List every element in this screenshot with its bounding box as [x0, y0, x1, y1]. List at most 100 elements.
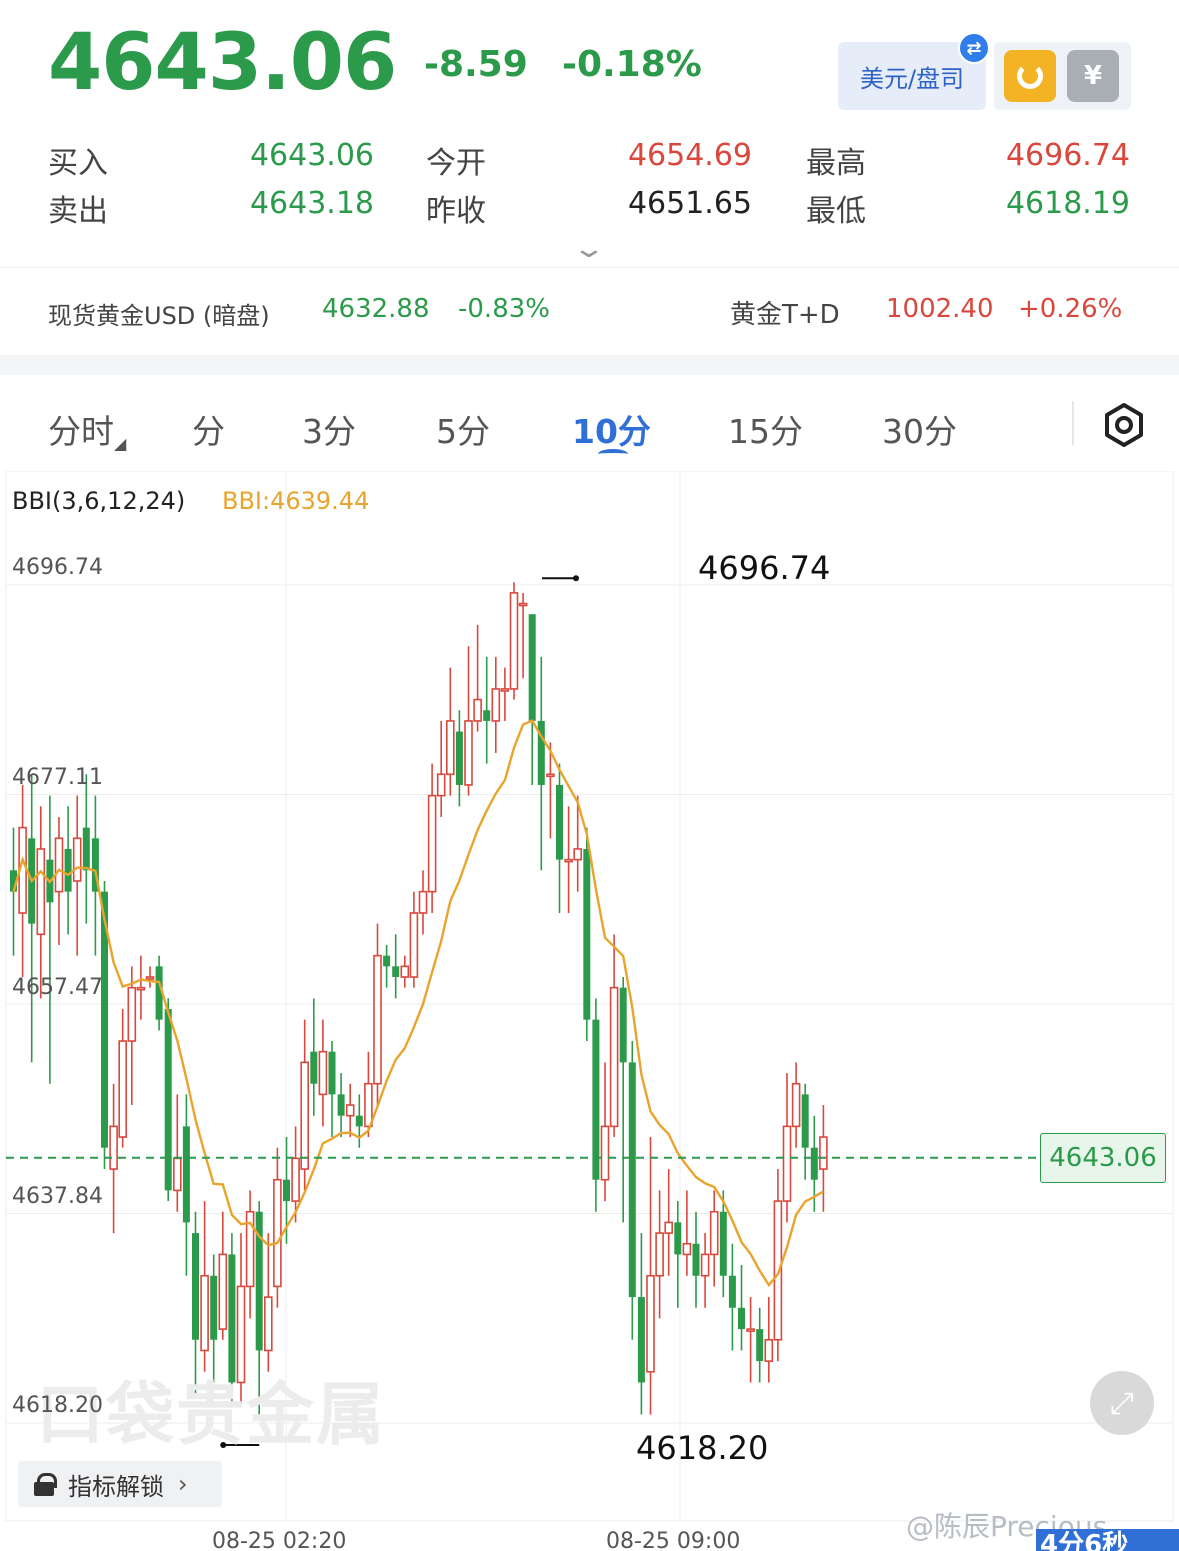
tab-3min[interactable]: 3分 — [302, 405, 356, 453]
settings-icon[interactable] — [1100, 401, 1148, 449]
y-tick-label: 4618.20 — [12, 1393, 103, 1418]
candle-body-up — [400, 965, 410, 978]
tab-intraday[interactable]: 分时◢ — [48, 405, 126, 453]
chevron-right-icon: › — [178, 1470, 188, 1498]
tab-5min[interactable]: 5分 — [436, 405, 490, 453]
gold-td-price: 1002.40 — [886, 294, 994, 324]
indicator-unlock-button[interactable]: 指标解锁 › — [18, 1461, 222, 1507]
bid-value: 4643.06 — [249, 138, 374, 173]
candle-body-up — [500, 688, 510, 692]
price-change-percent: -0.18% — [562, 44, 702, 85]
active-tab-indicator — [598, 449, 628, 459]
ask-label: 卖出 — [48, 194, 108, 229]
candle-body-down — [692, 1243, 700, 1276]
chevron-down-icon[interactable]: ⌄ — [571, 234, 606, 264]
spot-gold-price: 4632.88 — [322, 294, 430, 324]
prev-close-value: 4651.65 — [627, 186, 752, 221]
tab-30min[interactable]: 30分 — [882, 405, 957, 453]
refresh-icon[interactable] — [1004, 50, 1056, 102]
related-ticker-bar: 现货黄金USD (暗盘) 4632.88 -0.83% 黄金T+D 1002.4… — [0, 267, 1179, 355]
candle-body-up — [445, 720, 455, 776]
y-tick-label: 4696.74 — [12, 555, 103, 580]
candle-body-up — [491, 688, 501, 722]
lock-icon — [34, 1473, 57, 1496]
indicator-name[interactable]: BBI(3,6,12,24) — [12, 487, 185, 515]
candle-body-up — [436, 773, 446, 797]
candle-body-down — [674, 1222, 682, 1255]
swap-icon[interactable]: ⇄ — [958, 32, 990, 64]
candle-body-down — [738, 1307, 745, 1330]
candle-countdown: 4分6秒 — [1036, 1529, 1179, 1551]
ask-value: 4643.18 — [249, 186, 374, 221]
candle-body-down — [82, 827, 90, 871]
candle-body-up — [109, 1125, 118, 1170]
expand-icon[interactable]: ⤢ — [1090, 1371, 1154, 1435]
indicator-unlock-label: 指标解锁 — [68, 1472, 164, 1501]
x-tick-label: 08-25 02:20 — [212, 1529, 347, 1551]
candle-body-up — [564, 858, 573, 863]
candle-body-up — [318, 1050, 328, 1096]
candle-body-up — [54, 837, 64, 893]
current-price: 4643.06 — [48, 18, 397, 108]
candle-body-down — [628, 1062, 636, 1298]
spot-gold-percent: -0.83% — [458, 294, 550, 324]
candle-body-up — [764, 1338, 774, 1362]
candle-body-up — [682, 1242, 692, 1256]
spot-gold-name[interactable]: 现货黄金USD (暗盘) — [48, 296, 270, 331]
dropdown-triangle-icon: ◢ — [114, 434, 127, 453]
indicator-value: BBI:4639.44 — [222, 487, 370, 515]
candle-body-down — [164, 1009, 172, 1191]
candle-body-up — [782, 1125, 792, 1202]
period-tabs: 分时◢ 分 3分 5分 10分 15分 30分 — [0, 375, 1179, 471]
candle-body-down — [283, 1179, 290, 1202]
unit-toggle-label: 美元/盘司 — [859, 64, 965, 93]
tab-15min[interactable]: 15分 — [728, 405, 803, 453]
candle-body-down — [355, 1115, 363, 1127]
candle-body-down — [383, 955, 391, 967]
high-label: 最高 — [806, 146, 866, 181]
candle-body-down — [455, 731, 463, 785]
candle-body-down — [210, 1275, 218, 1340]
kline-chart[interactable]: 口袋贵金属 BBI(3,6,12,24) BBI:4639.44 4696.74… — [0, 471, 1179, 1551]
gold-td-name[interactable]: 黄金T+D — [730, 294, 840, 331]
candle-body-up — [145, 976, 155, 980]
candle-body-down — [728, 1275, 736, 1308]
candle-body-down — [801, 1094, 809, 1148]
candle-body-up — [473, 698, 482, 722]
open-value: 4654.69 — [627, 138, 752, 173]
candle-body-up — [655, 1232, 664, 1277]
high-marker-label: 4696.74 — [698, 549, 831, 587]
price-change: -8.59 — [424, 44, 528, 85]
candle-body-down — [182, 1126, 190, 1223]
candle-body-up — [364, 1082, 373, 1128]
candle-body-up — [791, 1082, 801, 1128]
candle-body-up — [746, 1328, 755, 1332]
y-tick-label: 4637.84 — [12, 1184, 103, 1209]
candle-body-up — [546, 773, 555, 778]
candle-body-down — [310, 1051, 318, 1084]
candle-body-down — [528, 614, 536, 721]
candle-body-up — [464, 720, 473, 786]
candle-body-up — [409, 912, 419, 978]
candle-body-down — [556, 784, 563, 860]
candle-body-up — [518, 602, 528, 607]
candle-body-up — [136, 986, 146, 991]
candle-body-up — [291, 1157, 300, 1202]
prev-close-label: 昨收 — [426, 194, 486, 229]
candle-body-up — [173, 1157, 182, 1192]
current-price-tag: 4643.06 — [1040, 1133, 1166, 1183]
candle-body-up — [263, 1296, 273, 1352]
tab-1min[interactable]: 分 — [192, 405, 225, 453]
coin-icon[interactable]: ¥ — [1067, 50, 1119, 102]
candle-body-down — [192, 1233, 199, 1340]
open-label: 今开 — [426, 146, 486, 181]
tab-10min[interactable]: 10分 — [572, 405, 651, 453]
candle-body-down — [619, 987, 627, 1063]
candle-body-down — [592, 1019, 600, 1180]
candle-body-up — [819, 1136, 828, 1170]
low-label: 最低 — [806, 194, 866, 229]
low-marker-label: 4618.20 — [636, 1429, 769, 1467]
candle-body-up — [345, 1104, 355, 1117]
candle-body-up — [509, 592, 519, 690]
candle-body-up — [609, 986, 619, 1128]
